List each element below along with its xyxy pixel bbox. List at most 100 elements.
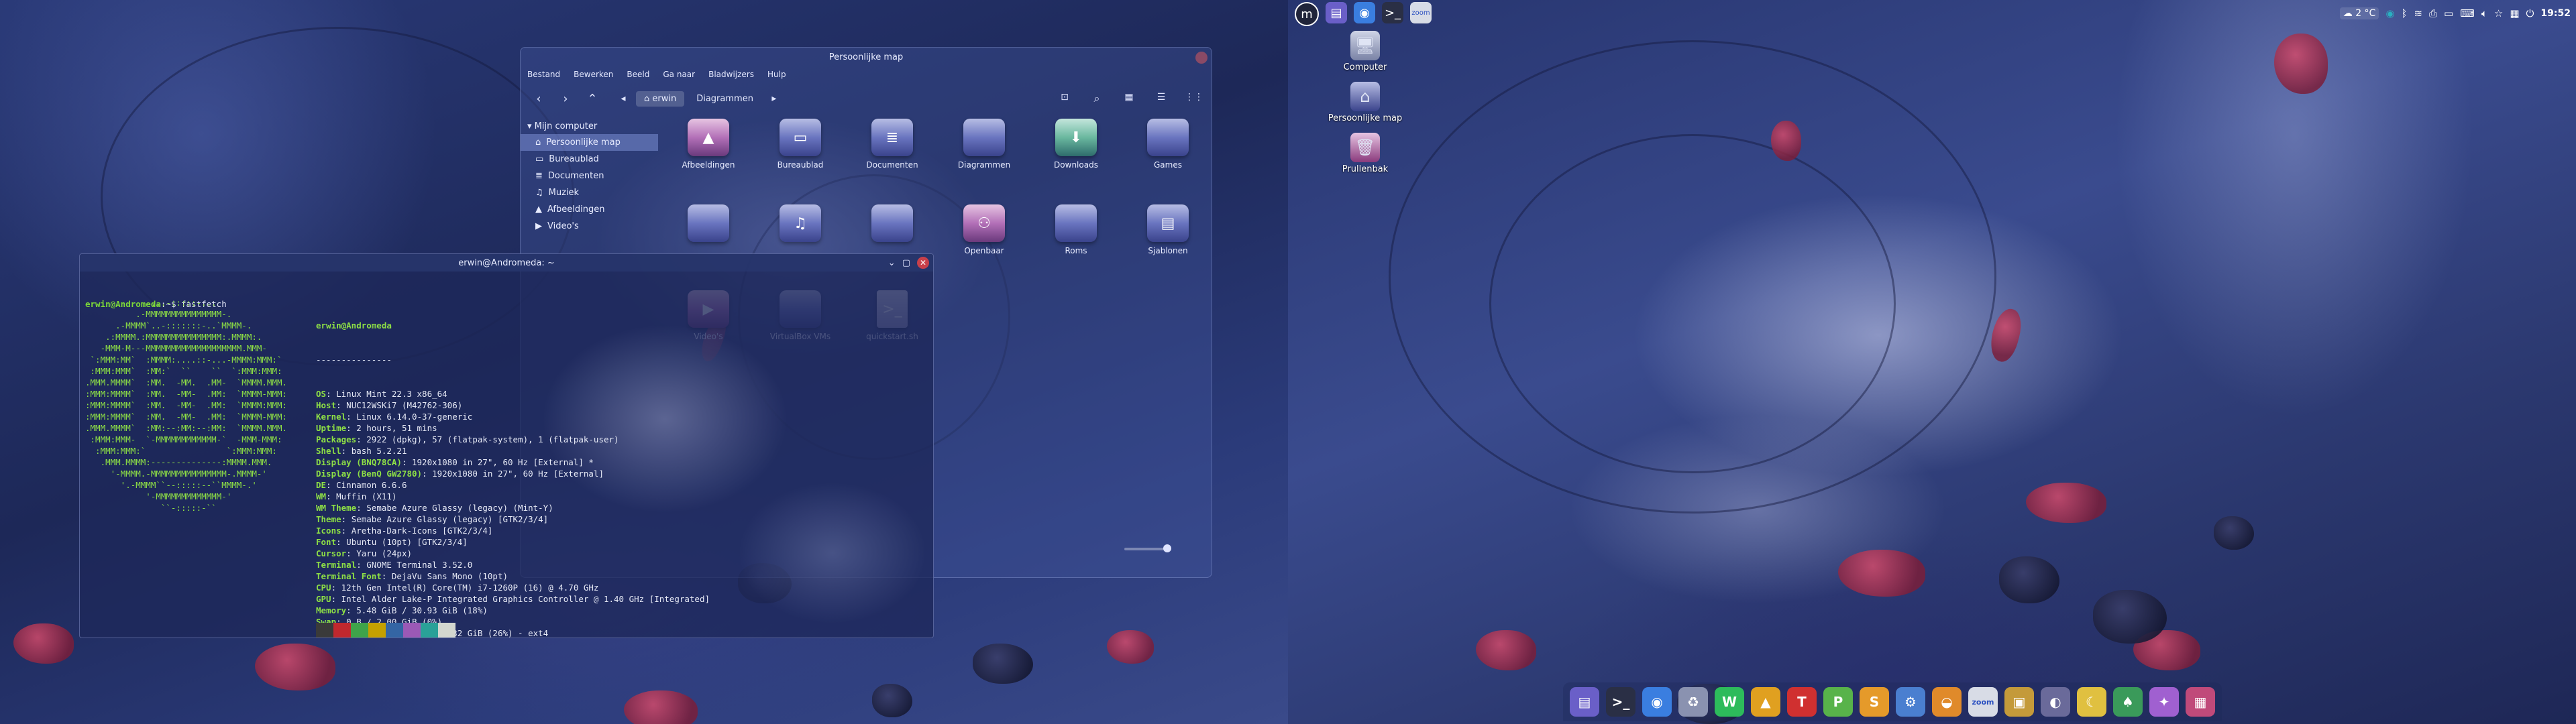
file-item[interactable]: Diagrammen <box>944 119 1024 170</box>
crumb-diagrams[interactable]: Diagrammen <box>688 91 761 107</box>
file-item[interactable]: Games <box>1128 119 1208 170</box>
close-icon[interactable]: ✕ <box>917 257 929 269</box>
sidebar-item[interactable]: ⌂ Persoonlijke map <box>521 134 658 151</box>
icon-view-icon[interactable]: ▦ <box>1120 92 1138 105</box>
sidebar-header[interactable]: ▾ Mijn computer <box>521 119 658 134</box>
list-view-icon[interactable]: ☰ <box>1152 92 1170 105</box>
toolbox-icon[interactable]: ▦ <box>2186 687 2215 717</box>
file-item[interactable]: ⚇ Openbaar <box>944 204 1024 255</box>
crumb-right-icon[interactable]: ▸ <box>765 93 783 104</box>
zoom-icon[interactable]: zoom <box>1968 687 1998 717</box>
menu-item[interactable]: Hulp <box>767 70 786 79</box>
office-red-icon[interactable]: T <box>1787 687 1817 717</box>
up-icon[interactable]: ⌃ <box>584 92 601 106</box>
menu-item[interactable]: Ga naar <box>663 70 695 79</box>
info-row: Font: Ubuntu (10pt) [GTK2/3/4] <box>316 536 710 548</box>
compact-view-icon[interactable]: ⋮⋮ <box>1185 92 1203 105</box>
file-item[interactable]: ♫ <box>760 204 841 246</box>
bluetooth-icon[interactable]: ᛒ <box>2401 7 2407 19</box>
search-icon[interactable]: ⌕ <box>1088 92 1106 105</box>
weather-applet[interactable]: ☁ 2 °C <box>2339 7 2379 19</box>
file-item[interactable]: ▤ Sjablonen <box>1128 204 1208 255</box>
settings-icon[interactable]: ⚙ <box>1896 687 1925 717</box>
zoom-slider[interactable] <box>1124 544 1171 552</box>
file-item[interactable] <box>668 204 749 246</box>
network-icon[interactable]: ≋ <box>2414 7 2422 19</box>
sidebar-item[interactable]: ▶ Video's <box>521 218 658 235</box>
sidebar-item[interactable]: ♫ Muziek <box>521 184 658 201</box>
file-item[interactable]: ⬇ Downloads <box>1036 119 1116 170</box>
desktop-icon-computer[interactable]: 🖥︎ Computer <box>1335 31 1395 72</box>
info-row: Cursor: Yaru (24px) <box>316 548 710 559</box>
file-item[interactable]: ▲ Afbeeldingen <box>668 119 749 170</box>
info-key: Packages <box>316 434 357 444</box>
info-key: Display (BenQ GW2780) <box>316 469 423 479</box>
zoom-icon[interactable]: zoom <box>1410 2 1432 23</box>
office-green-icon[interactable]: P <box>1823 687 1853 717</box>
crumb-home[interactable]: ⌂ erwin <box>636 90 685 107</box>
desktop-icon-trash[interactable]: 🗑︎ Prullenbak <box>1335 133 1395 174</box>
vlc-icon[interactable]: ▲ <box>1751 687 1780 717</box>
sidebar-item[interactable]: ▭ Bureaublad <box>521 151 658 168</box>
info-row: Display (BNQ78CA): 1920x1080 in 27", 60 … <box>316 457 710 468</box>
volume-icon[interactable]: 🔈︎ <box>2481 7 2487 19</box>
window-title[interactable]: Persoonlijke map <box>521 48 1212 66</box>
terminal-icon[interactable]: >_ <box>1382 2 1403 23</box>
info-key: Kernel <box>316 412 347 422</box>
bag-icon[interactable]: ◒ <box>1932 687 1962 717</box>
sidebar-item[interactable]: ▲ Afbeeldingen <box>521 201 658 218</box>
info-key: GPU <box>316 594 331 604</box>
file-item[interactable]: ▭ Bureaublad <box>760 119 841 170</box>
menu-item[interactable]: Bladwijzers <box>708 70 754 79</box>
menu-item[interactable]: Bestand <box>527 70 560 79</box>
file-item[interactable]: ≣ Documenten <box>852 119 932 170</box>
menu-item[interactable]: Bewerken <box>574 70 613 79</box>
logo-line: `:MMM:MM` :MMMM:....::-...-MMMM:MMM:` <box>85 355 282 365</box>
cards-icon[interactable]: ♠ <box>2113 687 2143 717</box>
update-icon[interactable]: ◉ <box>2385 7 2394 19</box>
info-key: Font <box>316 537 337 547</box>
forward-icon[interactable]: › <box>557 92 574 106</box>
maximize-icon[interactable]: ▢ <box>902 258 910 268</box>
music-icon: ♫ <box>535 188 543 198</box>
files-icon[interactable]: ▤ <box>1570 687 1599 717</box>
moon-icon[interactable]: ☾ <box>2077 687 2106 717</box>
info-row: Host: NUC12WSKi7 (M42762-306) <box>316 400 710 411</box>
mint-menu-icon[interactable]: m <box>1295 2 1319 26</box>
file-item[interactable] <box>852 204 932 246</box>
info-colon: : <box>356 560 367 570</box>
recycle-icon[interactable]: ♻ <box>1678 687 1708 717</box>
panel-clock[interactable]: 19:52 <box>2540 8 2571 19</box>
close-button[interactable] <box>1195 52 1208 64</box>
terminal-content[interactable]: erwin@Andromeda:~$ fastfetch ...-:::::-.… <box>80 272 933 638</box>
terminal-icon[interactable]: >_ <box>1606 687 1635 717</box>
chrome-icon[interactable]: ◉ <box>1354 2 1375 23</box>
desktop-icon-home[interactable]: ⌂ Persoonlijke map <box>1328 82 1402 123</box>
files-icon[interactable]: ▤ <box>1326 2 1347 23</box>
menu-item[interactable]: Beeld <box>627 70 649 79</box>
chrome-icon[interactable]: ◉ <box>1642 687 1672 717</box>
display-icon[interactable]: ▭ <box>2444 7 2453 19</box>
info-value: Ubuntu (10pt) [GTK2/3/4] <box>346 537 468 547</box>
game-icon[interactable]: ✦ <box>2149 687 2179 717</box>
archive-icon[interactable]: ▣ <box>2004 687 2034 717</box>
office-orange-icon[interactable]: S <box>1860 687 1889 717</box>
crumb-left-icon[interactable]: ◂ <box>614 93 632 104</box>
keyboard-icon[interactable]: ⌨ <box>2460 7 2475 19</box>
back-icon[interactable]: ‹ <box>530 92 547 106</box>
favorites-icon[interactable]: ☆ <box>2494 7 2503 19</box>
zoom-slider-knob[interactable] <box>1163 544 1171 552</box>
terminal-here-icon[interactable]: ⊡ <box>1056 92 1073 105</box>
logo-line: '.-MMMM``--:::::--``MMMM-.' <box>85 480 257 490</box>
terminal-title[interactable]: erwin@Andromeda: ~ ⌄ ▢ ✕ <box>80 254 933 272</box>
whatsapp-icon[interactable]: W <box>1715 687 1744 717</box>
power-icon[interactable]: ⏻ <box>2526 7 2534 19</box>
calendar-icon[interactable]: ▦ <box>2510 7 2519 19</box>
breadcrumb: ◂ ⌂ erwin Diagrammen ▸ <box>614 90 783 107</box>
sidebar-item[interactable]: ≣ Documenten <box>521 168 658 184</box>
folder-icon: ♫ <box>780 204 821 242</box>
minimize-icon[interactable]: ⌄ <box>888 258 896 268</box>
printer-icon[interactable]: ⎙ <box>2429 7 2437 19</box>
steam-icon[interactable]: ◐ <box>2041 687 2070 717</box>
file-item[interactable]: Roms <box>1036 204 1116 255</box>
